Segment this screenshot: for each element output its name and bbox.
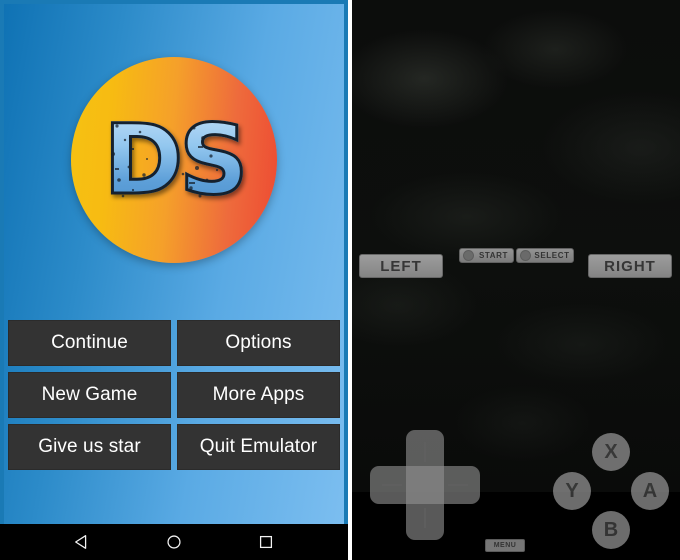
new-game-button[interactable]: New Game bbox=[8, 372, 171, 418]
a-button[interactable]: A bbox=[631, 472, 669, 510]
logo-circle: DS bbox=[71, 57, 277, 263]
screenshot-stage: DS Continue Options New Game More Apps G… bbox=[0, 0, 680, 560]
select-button[interactable]: SELECT bbox=[516, 248, 574, 263]
right-phone-screen: LEFT RIGHT START SELECT X Y A B MENU bbox=[352, 0, 680, 560]
recents-square-icon[interactable] bbox=[257, 533, 275, 551]
options-button[interactable]: Options bbox=[177, 320, 340, 366]
emulator-game-screen bbox=[352, 0, 680, 492]
continue-button[interactable]: Continue bbox=[8, 320, 171, 366]
dpad-down-tick-icon bbox=[424, 508, 426, 528]
start-button-label: START bbox=[478, 251, 509, 260]
dpad-left-tick-icon bbox=[382, 484, 402, 486]
select-button-label: SELECT bbox=[534, 251, 570, 260]
back-triangle-icon[interactable] bbox=[73, 533, 91, 551]
dpad-control[interactable] bbox=[370, 430, 480, 540]
dpad-up-tick-icon bbox=[424, 442, 426, 462]
b-button[interactable]: B bbox=[592, 511, 630, 549]
shoulder-right-button[interactable]: RIGHT bbox=[588, 254, 672, 278]
x-button[interactable]: X bbox=[592, 433, 630, 471]
android-navigation-bar bbox=[0, 524, 348, 560]
dpad-right-tick-icon bbox=[448, 484, 468, 486]
shoulder-left-button[interactable]: LEFT bbox=[359, 254, 443, 278]
main-menu-grid: Continue Options New Game More Apps Give… bbox=[8, 320, 340, 470]
select-dot-icon bbox=[520, 250, 531, 261]
start-button[interactable]: START bbox=[459, 248, 514, 263]
logo-text: DS bbox=[102, 104, 250, 216]
y-button[interactable]: Y bbox=[553, 472, 591, 510]
app-logo: DS bbox=[4, 4, 344, 316]
menu-button[interactable]: MENU bbox=[485, 539, 525, 552]
give-us-star-button[interactable]: Give us star bbox=[8, 424, 171, 470]
start-dot-icon bbox=[463, 250, 474, 261]
left-phone-screen: DS Continue Options New Game More Apps G… bbox=[0, 0, 348, 560]
quit-emulator-button[interactable]: Quit Emulator bbox=[177, 424, 340, 470]
more-apps-button[interactable]: More Apps bbox=[177, 372, 340, 418]
home-circle-icon[interactable] bbox=[165, 533, 183, 551]
